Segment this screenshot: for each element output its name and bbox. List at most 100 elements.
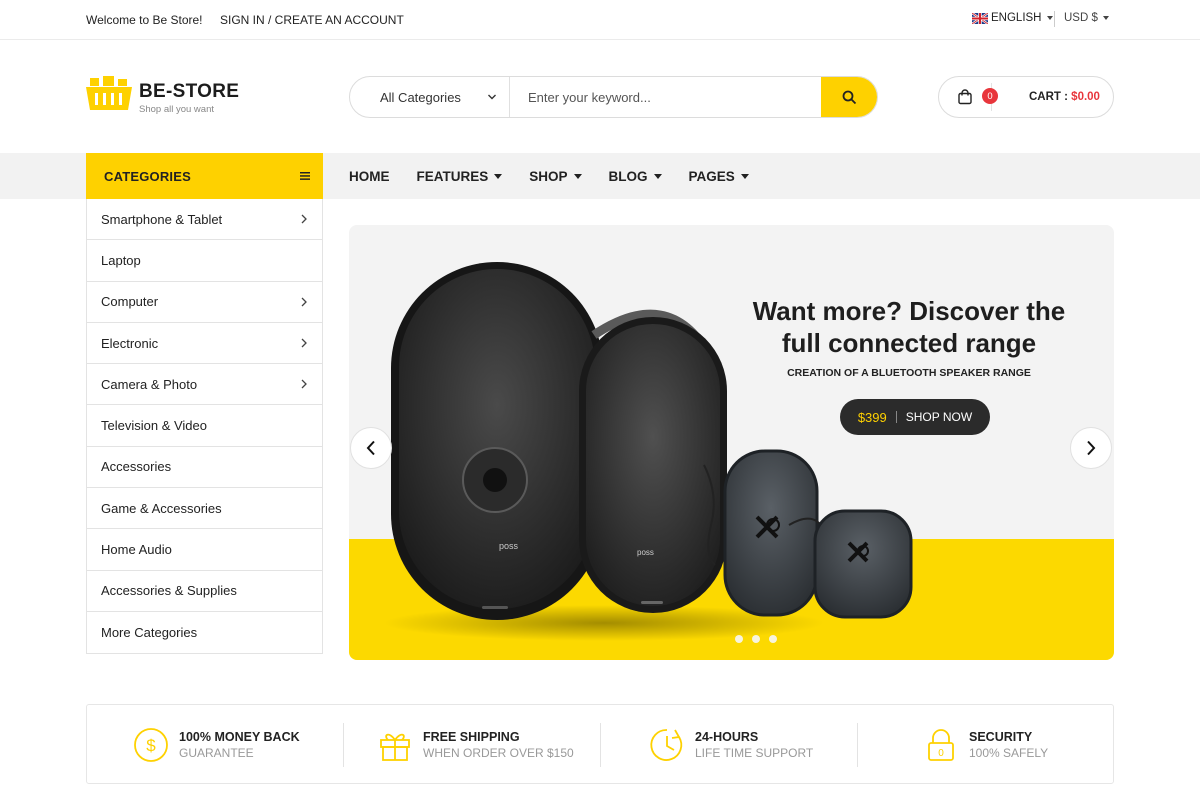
svg-text:0: 0 [938,748,944,759]
category-label: Television & Video [101,418,207,434]
feature-24-hours: 24-HOURS LIFE TIME SUPPORT [649,723,813,767]
chevron-left-icon [366,440,375,456]
uk-flag-icon [972,12,988,24]
caret-down-icon [494,173,503,179]
shop-now-button[interactable]: $399 SHOP NOW [840,399,990,435]
cart-button[interactable]: 0 CART : $0.00 [938,76,1114,118]
nav-item-pages[interactable]: PAGES [689,169,749,184]
divider [857,723,858,767]
category-item[interactable]: Television & Video [87,405,322,447]
price-label: $399 [857,409,887,425]
search-input[interactable] [510,77,821,117]
logo[interactable]: BE-STORE Shop all you want [86,76,239,115]
nav-item-label: FEATURES [416,168,489,184]
slider-dot[interactable] [735,635,743,643]
categories-toggle[interactable]: CATEGORIES [86,153,323,199]
feature-security: 0 SECURITY 100% SAFELY [923,723,1048,767]
category-label: Computer [101,294,159,310]
category-label: Game & Accessories [101,500,222,516]
slider-prev-button[interactable] [350,427,392,469]
nav-item-label: HOME [349,168,390,184]
category-item[interactable]: Smartphone & Tablet [87,199,322,241]
features-bar: $ 100% MONEY BACK GUARANTEE FREE SHIPPING… [86,704,1114,784]
brand-mark: poss [637,548,654,557]
nav-item-blog[interactable]: BLOG [609,169,662,184]
lock-icon: 0 [928,729,954,761]
feature-subtitle: 100% SAFELY [969,746,1049,760]
caret-down-icon [740,173,749,179]
nav-item-label: PAGES [688,168,735,184]
category-item[interactable]: Computer [87,282,322,323]
category-item[interactable]: Home Audio [87,529,322,571]
category-item[interactable]: Laptop [87,240,322,282]
language-label: ENGLISH [991,12,1042,24]
category-item[interactable]: Camera & Photo [87,364,322,406]
nav-item-features[interactable]: FEATURES [417,169,503,184]
divider [1054,11,1055,27]
category-item[interactable]: Electronic [87,323,322,365]
category-label: Accessories [101,459,172,475]
feature-title: 24-HOURS [695,730,759,744]
feature-title: 100% MONEY BACK [179,730,300,744]
hamburger-icon [300,172,310,180]
divider [895,411,897,423]
category-item[interactable]: Game & Accessories [87,488,322,530]
feature-money-back: $ 100% MONEY BACK GUARANTEE [133,723,300,767]
slider-next-button[interactable] [1070,427,1112,469]
category-item[interactable]: Accessories & Supplies [87,571,322,612]
feature-title: SECURITY [969,730,1033,744]
category-label: Accessories & Supplies [101,583,237,599]
caret-down-icon [573,173,582,179]
nav-item-label: BLOG [608,168,648,184]
category-label: Camera & Photo [101,376,198,392]
slider-dots [735,635,777,643]
cart-count-badge: 0 [982,88,998,104]
slider-title: Want more? Discover the full connected r… [752,296,1066,358]
money-icon: $ [134,728,168,762]
language-selector[interactable]: ENGLISH [972,12,1053,24]
cart-amount: $0.00 [1071,91,1100,103]
category-label: Electronic [101,335,159,351]
chevron-right-icon [1087,440,1096,456]
currency-selector[interactable]: USD $ [1064,12,1109,24]
bluetooth-speakers-image: poss poss [384,262,913,641]
currency-label: USD $ [1064,12,1098,24]
nav-item-shop[interactable]: SHOP [529,168,582,184]
chevron-right-icon [301,297,307,307]
search-category-select[interactable]: All Categories [350,77,510,117]
nav-item-label: SHOP [529,168,568,184]
slider-dot[interactable] [769,635,777,643]
top-bar: Welcome to Be Store! SIGN IN / CREATE AN… [0,0,1200,40]
category-item[interactable]: More Categories [87,612,322,653]
chevron-down-icon [1046,16,1053,20]
chevron-right-icon [301,338,307,348]
slider-subtitle: CREATION OF A BLUETOOTH SPEAKER RANGE [787,367,1031,379]
caret-down-icon [653,173,662,179]
cart-label-text: CART : [1029,91,1068,103]
search-bar: All Categories [349,76,878,118]
category-label: More Categories [101,625,198,641]
shop-now-label: SHOP NOW [905,410,973,424]
category-list: Smartphone & Tablet Laptop Computer Electro… [86,199,323,655]
category-item[interactable]: Accessories [87,447,322,489]
main-menu: HOME FEATURES SHOP BLOG PAGES [349,153,776,199]
gift-icon [380,733,410,761]
category-label: Laptop [101,252,141,268]
categories-title: CATEGORIES [104,168,191,184]
signin-link[interactable]: SIGN IN / CREATE AN ACCOUNT [220,13,404,27]
divider [343,723,344,767]
feature-title: FREE SHIPPING [423,730,520,744]
slider-dot[interactable] [752,635,760,643]
search-icon [842,90,856,104]
logo-name: BE-STORE [139,81,240,102]
category-label: Smartphone & Tablet [101,211,223,227]
search-category-label: All Categories [380,89,461,105]
welcome-text: Welcome to Be Store! [86,13,203,27]
feature-free-shipping: FREE SHIPPING WHEN ORDER OVER $150 [377,723,574,767]
feature-subtitle: WHEN ORDER OVER $150 [423,746,574,760]
chevron-down-icon [1102,16,1109,20]
hero-slider: poss poss Want more? Discover the full c… [349,225,1114,660]
search-button[interactable] [821,77,877,117]
chevron-right-icon [301,214,307,224]
nav-item-home[interactable]: HOME [349,169,390,184]
